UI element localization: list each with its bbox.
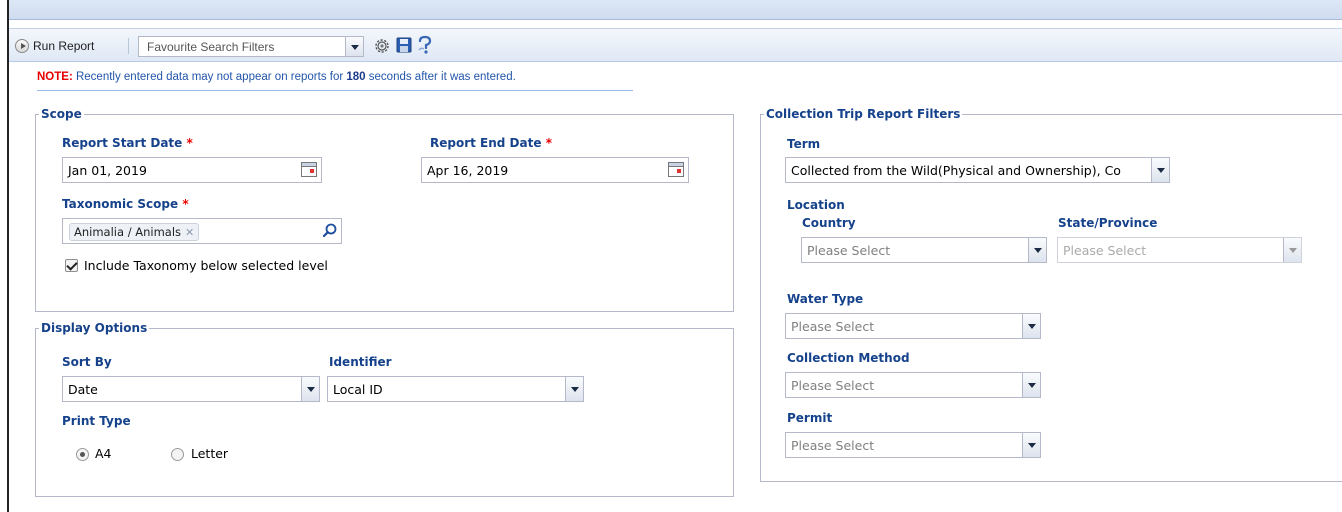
scope-legend: Scope [41,107,82,121]
water-type-value: Please Select [791,319,875,334]
header-strip [9,0,1342,20]
required-marker: * [186,136,193,150]
save-icon[interactable] [396,37,412,53]
print-letter-radio[interactable] [171,448,184,461]
identifier-label: Identifier [329,355,392,369]
favourite-search-filters-select[interactable]: Favourite Search Filters [138,36,364,57]
chevron-down-icon[interactable] [1022,314,1040,338]
chevron-down-icon[interactable] [1028,238,1046,262]
chevron-down-icon[interactable] [301,377,319,401]
end-date-value: Apr 16, 2019 [427,163,509,178]
state-province-select[interactable]: Please Select [1057,237,1302,263]
taxonomic-scope-label: Taxonomic Scope * [62,197,189,211]
run-report-label: Run Report [33,39,95,53]
identifier-select[interactable]: Local ID [327,376,584,402]
note-text-before: Recently entered data may not appear on … [72,71,347,83]
gear-icon[interactable] [373,37,391,55]
start-date-field[interactable]: Jan 01, 2019 [62,157,322,183]
calendar-icon[interactable] [668,162,684,177]
chevron-down-icon[interactable] [1151,158,1169,182]
term-select[interactable]: Collected from the Wild(Physical and Own… [785,157,1170,183]
chevron-down-icon[interactable] [1283,238,1301,262]
chevron-down-icon[interactable] [1022,373,1040,397]
collection-method-label: Collection Method [787,351,910,365]
start-date-label-text: Report Start Date [62,136,183,150]
taxonomic-tag-label: Animalia / Animals [74,225,182,239]
help-icon[interactable] [415,35,435,55]
include-taxonomy-label: Include Taxonomy below selected level [84,258,328,273]
refresh-note: NOTE: Recently entered data may not appe… [37,71,516,83]
print-a4-label: A4 [95,446,112,461]
water-type-select[interactable]: Please Select [785,313,1041,339]
required-marker: * [182,197,189,211]
identifier-value: Local ID [333,382,383,397]
report-panel: Run Report Favourite Search Filters NOTE… [7,0,1342,512]
favourite-search-filters-value: Favourite Search Filters [147,40,275,54]
note-divider [37,90,633,91]
required-marker: * [545,136,552,150]
sort-by-value: Date [68,382,98,397]
taxonomic-scope-field[interactable]: Animalia / Animals ✕ [62,218,342,244]
end-date-field[interactable]: Apr 16, 2019 [421,157,689,183]
end-date-label: Report End Date * [430,136,552,150]
state-province-label: State/Province [1058,216,1158,230]
water-type-label: Water Type [787,292,864,306]
display-options-fieldset: Display Options [35,321,734,497]
collection-trip-filters-legend: Collection Trip Report Filters [766,107,961,121]
chevron-down-icon[interactable] [345,37,363,56]
start-date-label: Report Start Date * [62,136,193,150]
run-report-button[interactable]: Run Report [15,36,94,56]
country-label: Country [802,216,856,230]
search-icon[interactable] [321,222,339,240]
taxonomic-tag[interactable]: Animalia / Animals ✕ [69,223,200,241]
country-select[interactable]: Please Select [801,237,1047,263]
state-province-value: Please Select [1063,243,1147,258]
play-icon [15,39,29,53]
chevron-down-icon[interactable] [1022,433,1040,457]
permit-value: Please Select [791,438,875,453]
taxonomic-scope-label-text: Taxonomic Scope [62,197,179,211]
display-options-legend: Display Options [41,321,148,335]
location-label: Location [787,198,845,212]
collection-method-select[interactable]: Please Select [785,372,1041,398]
permit-select[interactable]: Please Select [785,432,1041,458]
note-text-after: seconds after it was entered. [365,71,516,83]
note-label: NOTE: [37,71,73,83]
country-value: Please Select [807,243,891,258]
print-a4-radio[interactable] [76,448,89,461]
permit-label: Permit [787,411,833,425]
close-icon[interactable]: ✕ [185,226,194,239]
chevron-down-icon[interactable] [565,377,583,401]
collection-method-value: Please Select [791,378,875,393]
calendar-icon[interactable] [301,162,317,177]
print-letter-label: Letter [191,446,229,461]
term-label: Term [787,137,821,151]
print-type-label: Print Type [62,414,131,428]
sort-by-select[interactable]: Date [62,376,320,402]
include-taxonomy-checkbox[interactable] [65,259,78,272]
toolbar: Run Report Favourite Search Filters [9,28,1342,62]
note-seconds: 180 [346,71,366,83]
sort-by-label: Sort By [62,355,112,369]
term-value: Collected from the Wild(Physical and Own… [791,163,1121,178]
toolbar-separator [128,38,129,54]
end-date-label-text: Report End Date [430,136,542,150]
start-date-value: Jan 01, 2019 [68,163,147,178]
